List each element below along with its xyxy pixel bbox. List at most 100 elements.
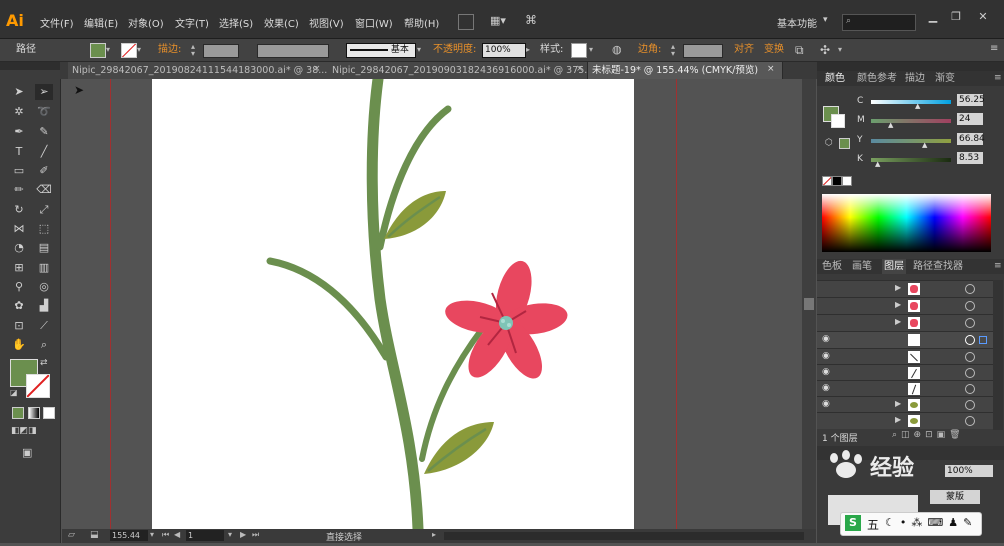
tab-swatches[interactable]: 色板 [822,259,842,274]
horizontal-scrollbar[interactable] [444,532,804,540]
tab-color-guide[interactable]: 颜色参考 [857,71,897,86]
shape-builder-tool-icon[interactable]: ◔ [10,240,28,256]
default-colors-icon[interactable]: ◪ [10,388,18,397]
chevron-down-icon[interactable]: ▾ [106,45,110,54]
layer-row[interactable]: ▶ [817,412,993,429]
layers-action-icons[interactable]: ⌕◫⊕⊡▣🗑 [892,430,965,440]
eye-icon[interactable]: ◉ [822,334,830,344]
sogou-icon[interactable]: S [845,515,861,531]
slider-thumb[interactable]: ▲ [915,102,920,110]
layer-row[interactable]: ◉ ▶ [817,396,993,413]
target-circle-icon[interactable] [965,384,975,394]
last-artboard-icon[interactable]: ⏭ [252,530,259,540]
screen-mode-icon[interactable]: ▣ [22,446,38,459]
status-menu-icon[interactable]: ▸ [432,530,436,539]
line-tool-icon[interactable]: ╱ [35,144,53,160]
lasso-tool-icon[interactable]: ➰ [35,104,53,120]
layer-row[interactable]: ▶ [817,280,993,297]
ime-tool-icons[interactable]: ☾•⁂⌨♟✎ [885,516,977,529]
target-circle-icon[interactable] [965,400,975,410]
value-c[interactable]: 56.25 [957,94,985,106]
opacity-label[interactable]: 不透明度: [433,39,476,61]
next-artboard-icon[interactable]: ▶ [240,530,246,539]
chevron-down-icon[interactable]: ▾ [823,15,828,25]
stroke-label[interactable]: 描边: [158,39,181,61]
paintbrush-tool-icon[interactable]: ✐ [35,163,53,179]
first-artboard-icon[interactable]: ⏮ [162,530,169,540]
layer-row[interactable]: ▶ [817,314,993,331]
slider-thumb[interactable]: ▲ [888,121,893,129]
puppet-warp-icon[interactable]: ✣ [820,43,830,57]
stroke-weight-input[interactable] [203,44,239,58]
selection-tool-icon[interactable]: ➤ [10,84,28,100]
target-circle-icon[interactable] [965,416,975,426]
chevron-down-icon[interactable]: ▾ [838,45,842,54]
vertical-scrollbar[interactable] [802,79,816,529]
target-circle-icon[interactable] [965,301,975,311]
tab-color[interactable]: 颜色 [825,71,845,86]
chevron-down-icon[interactable]: ▾ [228,530,232,539]
gamut-swatch[interactable] [839,138,850,149]
zoom-tool-icon[interactable]: ⌕ [35,337,53,353]
slider-c[interactable] [871,100,951,104]
chevron-down-icon[interactable]: ▾ [417,45,421,54]
menu-select[interactable]: 选择(S) [219,15,253,30]
panel-menu-icon[interactable]: ≡ [994,73,1002,83]
tab-brushes[interactable]: 画笔 [852,259,872,274]
flower-head[interactable] [442,257,569,385]
symbol-sprayer-tool-icon[interactable]: ✿ [10,298,28,314]
recolor-artwork-icon[interactable]: ◍ [612,43,625,56]
panel-menu-icon[interactable]: ≡ [990,43,998,54]
eye-icon[interactable]: ◉ [822,351,830,361]
stroke-weight-stepper[interactable]: ▴ ▾ [191,43,201,58]
layer-row[interactable]: ◉ [817,380,993,397]
left-branch[interactable] [266,257,390,361]
target-circle-icon[interactable] [965,284,975,294]
expand-arrow-icon[interactable]: ▶ [895,317,901,326]
value-y[interactable]: 66.84 [957,133,985,145]
document-info-icon[interactable]: ▱ [68,530,80,541]
curvature-tool-icon[interactable]: ✎ [35,124,53,140]
eyedropper-tool-icon[interactable]: ⚲ [10,279,28,295]
rectangle-tool-icon[interactable]: ▭ [10,163,28,179]
gpu-performance-icon[interactable]: ⌘ [525,13,541,29]
tab-document-1[interactable]: Nipic_29842067_20190824111544183000.ai* … [68,62,329,79]
menu-type[interactable]: 文字(T) [175,15,209,30]
target-circle-icon[interactable] [965,335,975,345]
chevron-down-icon[interactable]: ▾ [137,45,141,54]
opacity-input[interactable]: 100% [482,43,526,58]
menu-edit[interactable]: 编辑(E) [84,15,118,30]
target-circle-icon[interactable] [965,352,975,362]
drawing-modes-icon[interactable]: ◧◩◨ [11,426,51,438]
menu-effect[interactable]: 效果(C) [264,15,299,30]
variable-width-dropdown[interactable] [257,44,329,58]
arrange-documents-icon[interactable]: ▦▾ [490,14,510,28]
layer-row[interactable]: ◉ [817,364,993,381]
layer-row-selected[interactable]: ◉ [817,331,993,348]
target-circle-icon[interactable] [965,368,975,378]
tab-gradient[interactable]: 渐变 [935,71,955,86]
black-swatch[interactable] [832,176,842,186]
menu-window[interactable]: 窗口(W) [355,15,393,30]
menu-view[interactable]: 视图(V) [309,15,344,30]
expand-arrow-icon[interactable]: ▶ [895,300,901,309]
menu-object[interactable]: 对象(O) [128,15,164,30]
magic-wand-tool-icon[interactable]: ✲ [10,104,28,120]
artboard[interactable] [152,73,634,535]
tab-stroke[interactable]: 描边 [905,71,925,86]
hand-tool-icon[interactable]: ✋ [10,337,28,353]
slice-tool-icon[interactable]: ⟋ [35,318,53,334]
fill-swatch[interactable] [90,43,106,58]
arrange-icon[interactable]: ⬓ [90,530,102,541]
workspace-switcher[interactable]: 基本功能 [777,15,817,30]
blend-tool-icon[interactable]: ◎ [35,279,53,295]
pencil-tool-icon[interactable]: ✏ [10,182,28,198]
ime-toolbar[interactable]: S 五 ☾•⁂⌨♟✎ [840,512,982,536]
main-stem[interactable] [366,73,424,535]
eye-icon[interactable]: ◉ [822,383,830,393]
rotate-tool-icon[interactable]: ↻ [10,202,28,218]
eraser-tool-icon[interactable]: ⌫ [35,182,53,198]
layers-scrollbar[interactable] [993,280,1003,430]
slider-k[interactable] [871,158,951,162]
corner-stepper[interactable]: ▴ ▾ [671,43,681,58]
